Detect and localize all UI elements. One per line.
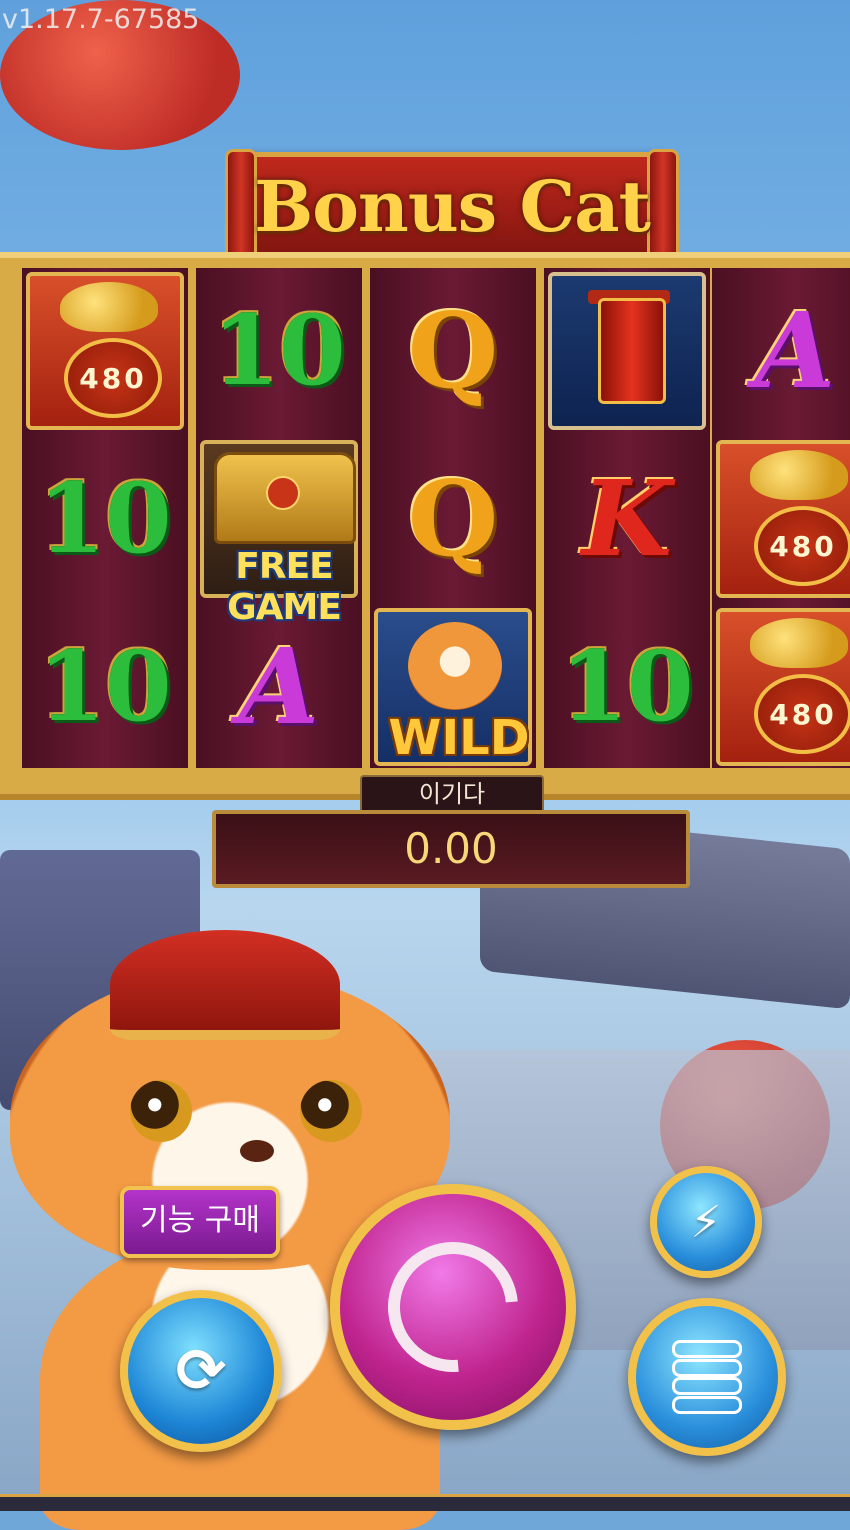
symbol-a: A [754,289,836,412]
reel-column: A 480 480 [712,268,850,768]
game-title: Bonus Cat [254,165,651,248]
symbol-10: 10 [560,630,694,743]
bet-button[interactable] [628,1298,786,1456]
reel-column: 10 FREE GAME A [196,268,362,768]
reel-symbol: A [196,604,362,770]
envelope-value-badge: 480 [754,506,850,586]
reel-symbol: 10 [22,436,188,602]
spin-button[interactable] [330,1184,576,1430]
reel-column: 480 10 10 [22,268,188,768]
coin-stack-icon [672,1340,742,1414]
gold-coins-icon [750,618,848,668]
reel-column: K 10 [544,268,710,768]
autoplay-icon: ⟳ [175,1336,227,1406]
turbo-button[interactable]: ⚡ [650,1166,762,1278]
mascot-hat [110,930,340,1040]
reel-symbol: 10 [544,604,710,770]
mascot-nose [240,1140,274,1162]
reel-symbol: WILD [370,604,536,770]
wild-symbol: WILD [374,608,532,766]
symbol-a: A [238,625,320,748]
reel-symbol: Q [370,268,536,434]
reel-symbol: 10 [22,604,188,770]
reel-column: Q Q WILD [370,268,536,768]
spin-icon [361,1215,545,1399]
free-game-scatter-symbol: FREE GAME [200,440,358,628]
envelope-value: 480 [769,697,837,731]
win-label: 이기다 [360,775,544,811]
reel-symbol: K [544,436,710,602]
reel-symbol: Q [370,436,536,602]
win-amount: 0.00 [212,810,690,888]
version-label: v1.17.7-67585 [2,4,200,35]
red-envelope-symbol: 480 [716,440,850,598]
envelope-value-badge: 480 [64,338,162,418]
turbo-paw-icon: ⚡ [690,1196,722,1248]
mascot-eye-left [130,1080,192,1142]
tiger-cub-icon [408,622,502,710]
reel-symbol: 480 [22,268,188,434]
lantern-icon [598,298,666,404]
bottom-bar [0,1494,850,1511]
lantern-symbol [548,272,706,430]
reel-grid: 480 10 10 10 FREE GAME A Q Q WILD K 10 A 480 480 [0,252,850,800]
symbol-q: Q [407,457,499,580]
reel-symbol [544,268,710,434]
symbol-10: 10 [38,462,172,575]
reel-symbol: 480 [712,436,850,602]
symbol-10: 10 [212,294,346,407]
red-envelope-symbol: 480 [716,608,850,766]
feature-buy-button[interactable]: 기능 구매 [120,1186,280,1258]
game-title-banner: Bonus Cat [225,149,679,266]
symbol-10: 10 [38,630,172,743]
red-envelope-symbol: 480 [26,272,184,430]
envelope-value-badge: 480 [754,674,850,754]
reel-symbol: FREE GAME [196,436,362,628]
symbol-q: Q [407,289,499,412]
mascot-eye-right [300,1080,362,1142]
paw-lock-icon [266,476,300,510]
gold-coins-icon [750,450,848,500]
autoplay-button[interactable]: ⟳ [120,1290,282,1452]
envelope-value: 480 [769,529,837,563]
reel-symbol: A [712,268,850,434]
reel-symbol: 480 [712,604,850,770]
reel-symbol: 10 [196,268,362,434]
envelope-value: 480 [79,361,147,395]
symbol-k: K [581,457,673,580]
wild-label: WILD [388,710,530,766]
gold-coins-icon [60,282,158,332]
